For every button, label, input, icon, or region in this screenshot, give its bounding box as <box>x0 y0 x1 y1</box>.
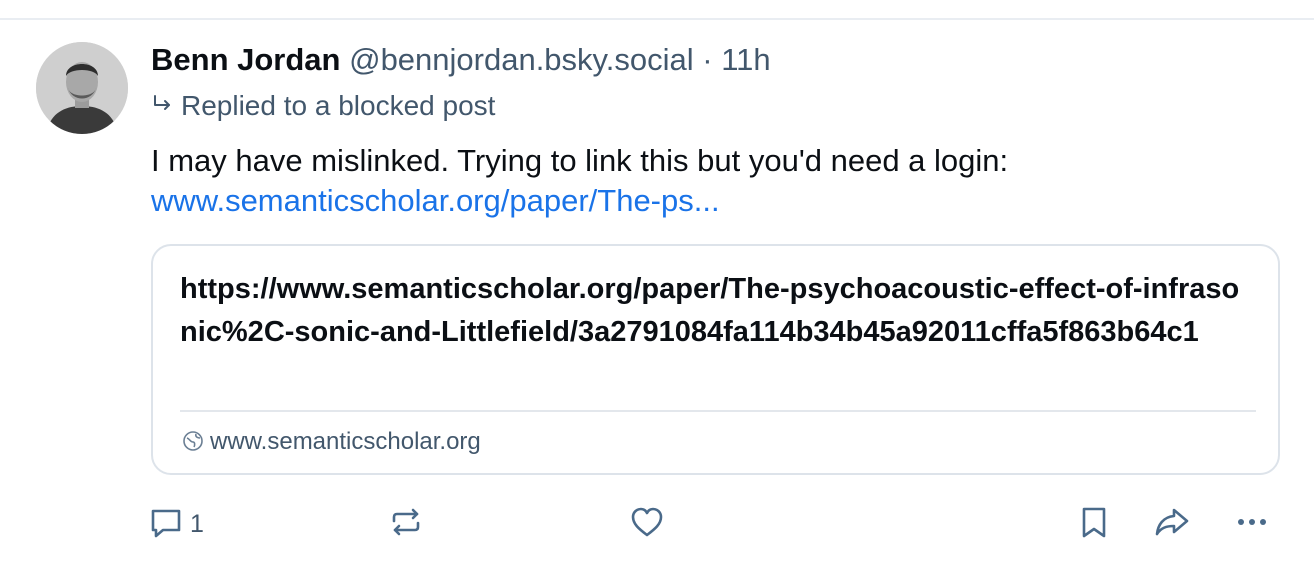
link-card-domain: www.semanticscholar.org <box>182 426 481 461</box>
post-link[interactable]: www.semanticscholar.org/paper/The-ps... <box>151 180 720 222</box>
repost-icon <box>388 504 424 545</box>
globe-icon <box>182 429 204 461</box>
card-domain-text: www.semanticscholar.org <box>210 428 481 455</box>
share-icon <box>1154 504 1190 545</box>
repost-button[interactable] <box>388 500 424 548</box>
share-button[interactable] <box>1154 500 1190 548</box>
post-actions: 1 <box>0 500 1314 548</box>
post-text: I may have mislinked. Trying to link thi… <box>151 143 1009 178</box>
more-options-icon <box>1234 504 1270 545</box>
post-header: Benn Jordan @bennjordan.bsky.social · 11… <box>151 40 771 80</box>
avatar[interactable] <box>36 42 128 134</box>
like-button[interactable] <box>629 500 665 548</box>
reply-icon <box>148 504 184 545</box>
author-handle[interactable]: @bennjordan.bsky.social <box>349 42 694 77</box>
post-time[interactable]: 11h <box>721 42 770 77</box>
top-divider <box>0 18 1314 20</box>
link-card-title: https://www.semanticscholar.org/paper/Th… <box>180 273 1240 348</box>
link-preview-card[interactable]: https://www.semanticscholar.org/paper/Th… <box>151 244 1280 475</box>
more-options-button[interactable] <box>1234 500 1270 548</box>
separator-dot: · <box>702 42 713 77</box>
reply-context-label: Replied to a blocked post <box>181 90 496 121</box>
bookmark-icon <box>1076 504 1112 545</box>
bookmark-button[interactable] <box>1076 500 1112 548</box>
reply-arrow-icon <box>151 88 173 124</box>
heart-icon <box>629 504 665 545</box>
author-name[interactable]: Benn Jordan <box>151 42 340 77</box>
card-divider <box>180 410 1256 412</box>
reply-button[interactable]: 1 <box>148 500 204 548</box>
reply-context[interactable]: Replied to a blocked post <box>151 88 495 124</box>
reply-count: 1 <box>190 509 204 538</box>
